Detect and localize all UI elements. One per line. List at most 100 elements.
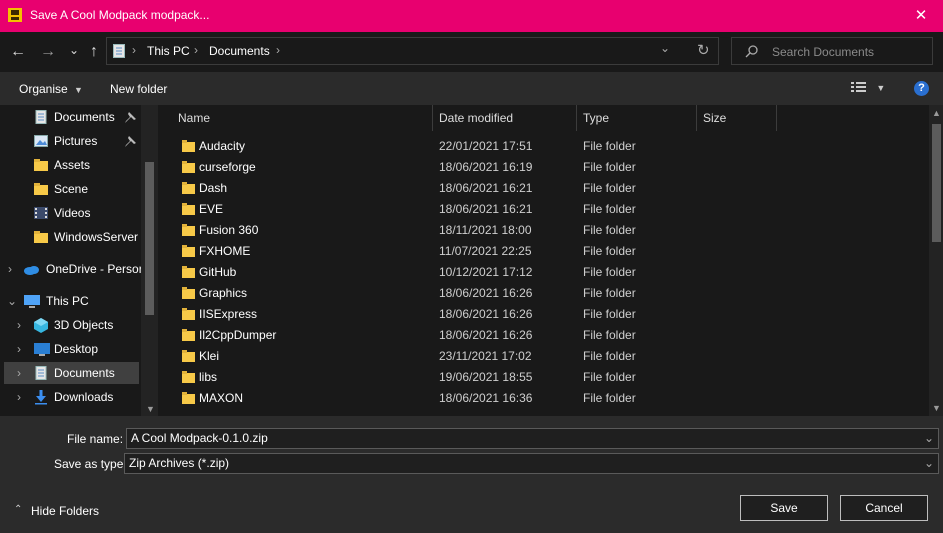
chevron-right-icon[interactable]: › [17, 338, 21, 360]
tree-item[interactable]: Scene [0, 178, 141, 200]
tree-item[interactable]: Documents [0, 106, 141, 128]
tree-item[interactable]: Assets [0, 154, 141, 176]
help-button[interactable]: ? [914, 81, 929, 96]
file-date: 19/06/2021 18:55 [439, 370, 533, 384]
tree-item[interactable]: Pictures [0, 130, 141, 152]
file-row[interactable]: curseforge 18/06/2021 16:19 File folder [160, 157, 930, 178]
tree-item[interactable]: › Documents [4, 362, 139, 384]
tree-item[interactable]: Videos [0, 202, 141, 224]
scroll-down-arrow[interactable]: ▼ [146, 404, 155, 414]
file-row[interactable]: Audacity 22/01/2021 17:51 File folder [160, 136, 930, 157]
save-type-select[interactable]: Zip Archives (*.zip) ⌄ [124, 453, 939, 474]
back-button[interactable]: ← [8, 42, 28, 62]
search-icon [745, 45, 758, 58]
file-date: 18/11/2021 18:00 [439, 223, 532, 237]
new-folder-button[interactable]: New folder [110, 82, 167, 96]
search-box[interactable]: Search Documents [731, 37, 933, 65]
tree-item-label: Videos [54, 206, 91, 220]
address-dropdown-button[interactable]: ⌄ [660, 41, 670, 55]
close-button[interactable]: ✕ [910, 5, 932, 27]
scroll-down-arrow[interactable]: ▼ [932, 403, 941, 413]
file-row[interactable]: libs 19/06/2021 18:55 File folder [160, 367, 930, 388]
folder-icon [182, 266, 195, 278]
organise-button[interactable]: Organise ▼ [19, 82, 83, 96]
recent-locations-button[interactable]: ⌄ [64, 40, 84, 60]
file-row[interactable]: EVE 18/06/2021 16:21 File folder [160, 199, 930, 220]
details-view-icon [851, 82, 866, 92]
folder-icon [182, 371, 195, 383]
file-row[interactable]: Graphics 18/06/2021 16:26 File folder [160, 283, 930, 304]
tree-item-label: Pictures [54, 134, 98, 148]
file-row[interactable]: FXHOME 11/07/2021 22:25 File folder [160, 241, 930, 262]
file-row[interactable]: MAXON 18/06/2021 16:36 File folder [160, 388, 930, 409]
file-name: Klei [199, 349, 220, 363]
file-row[interactable]: Klei 23/11/2021 17:02 File folder [160, 346, 930, 367]
tree-item-label: Documents [54, 110, 115, 124]
tree-item-label: Documents [54, 366, 115, 380]
tree-item-label: This PC [46, 294, 89, 308]
documents-icon [35, 366, 47, 380]
tree-item[interactable]: WindowsServer [0, 226, 141, 248]
pin-icon[interactable] [125, 136, 136, 147]
tree-item-label: Assets [54, 158, 91, 172]
breadcrumb-separator: › [132, 43, 136, 57]
tree-item[interactable]: › OneDrive - Persor [0, 258, 143, 280]
file-name-label: File name: [67, 432, 124, 446]
file-row[interactable]: Fusion 360 18/11/2021 18:00 File folder [160, 220, 930, 241]
address-bar[interactable]: › This PC › Documents › ⌄ ↻ [106, 37, 719, 65]
file-name-input[interactable]: A Cool Modpack-0.1.0.zip ⌄ [126, 428, 939, 449]
view-options-button[interactable]: ▼ [851, 81, 885, 96]
column-divider[interactable] [696, 105, 697, 131]
file-date: 18/06/2021 16:36 [439, 391, 533, 405]
folder-icon [182, 182, 195, 194]
file-date: 18/06/2021 16:19 [439, 160, 533, 174]
scroll-up-arrow[interactable]: ▲ [932, 108, 941, 118]
pin-icon[interactable] [125, 112, 136, 123]
column-header-size[interactable]: Size [703, 105, 726, 131]
pictures-icon [34, 135, 48, 147]
breadcrumb-separator: › [194, 43, 198, 57]
tree-item-label: Scene [54, 182, 89, 196]
save-button[interactable]: Save [740, 495, 828, 521]
chevron-right-icon[interactable]: › [17, 386, 21, 408]
tree-item[interactable]: › Downloads [0, 386, 141, 408]
chevron-right-icon[interactable]: › [17, 362, 21, 384]
column-divider[interactable] [576, 105, 577, 131]
file-name: Fusion 360 [199, 223, 259, 237]
chevron-right-icon[interactable]: › [17, 314, 21, 336]
desktop-icon [34, 343, 50, 356]
documents-icon [35, 110, 47, 124]
chevron-right-icon[interactable]: › [8, 258, 12, 280]
column-header-date[interactable]: Date modified [439, 105, 513, 131]
file-type: File folder [583, 223, 636, 237]
file-name: Audacity [199, 139, 246, 153]
hide-folders-button[interactable]: Hide Folders [31, 504, 99, 518]
file-type: File folder [583, 370, 636, 384]
file-row[interactable]: IISExpress 18/06/2021 16:26 File folder [160, 304, 930, 325]
column-divider[interactable] [776, 105, 777, 131]
file-list-scroll-thumb[interactable] [932, 124, 941, 242]
file-row[interactable]: GitHub 10/12/2021 17:12 File folder [160, 262, 930, 283]
tree-item[interactable]: › 3D Objects [0, 314, 141, 336]
tree-item[interactable]: › Desktop [0, 338, 141, 360]
app-icon [8, 8, 22, 22]
up-button[interactable]: ↑ [84, 42, 104, 62]
column-divider[interactable] [432, 105, 433, 131]
file-date: 22/01/2021 17:51 [439, 139, 533, 153]
file-name-dropdown-icon[interactable]: ⌄ [924, 429, 934, 448]
file-date: 11/07/2021 22:25 [439, 244, 532, 258]
navigation-pane-scroll-thumb[interactable] [145, 162, 154, 315]
forward-button[interactable]: → [38, 42, 58, 62]
folder-icon [34, 183, 48, 195]
breadcrumb-documents[interactable]: Documents [209, 44, 270, 58]
tree-item[interactable]: ⌄ This PC [0, 290, 141, 312]
breadcrumb-this-pc[interactable]: This PC [147, 44, 190, 58]
file-row[interactable]: Dash 18/06/2021 16:21 File folder [160, 178, 930, 199]
chevron-up-icon[interactable]: ⌃ [14, 504, 22, 515]
chevron-down-icon[interactable]: ⌄ [7, 290, 17, 312]
column-header-type[interactable]: Type [583, 105, 609, 131]
column-header-name[interactable]: Name [178, 105, 210, 131]
refresh-button[interactable]: ↻ [697, 41, 710, 59]
cancel-button[interactable]: Cancel [840, 495, 928, 521]
file-row[interactable]: Il2CppDumper 18/06/2021 16:26 File folder [160, 325, 930, 346]
